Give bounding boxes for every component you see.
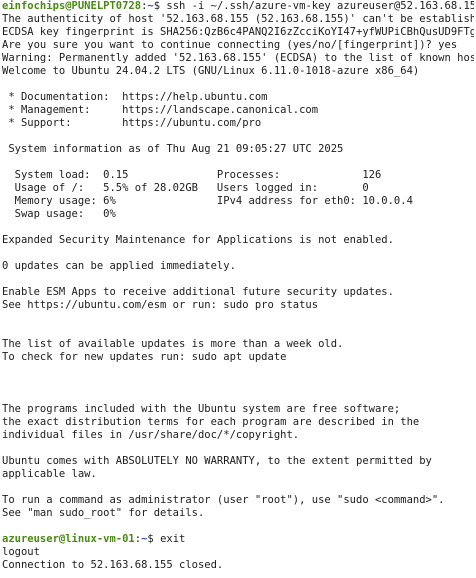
connection-closed-line: Connection to 52.163.68.155 closed. [2,559,224,571]
remote-prompt-user-host: azureuser@linux-vm-01 [2,533,135,545]
welcome-line: Welcome to Ubuntu 24.04.2 LTS (GNU/Linux… [2,65,420,77]
auth-line-3: Are you sure you want to continue connec… [2,39,458,51]
sudo-hint-line-1: To run a command as administrator (user … [2,494,445,506]
free-software-line-2: the exact distribution terms for each pr… [2,416,420,428]
warranty-line-1: Ubuntu comes with ABSOLUTELY NO WARRANTY… [2,455,432,467]
local-prompt-user-host: einfochips@PUNELPT0728 [2,0,142,12]
stats-line-3: Memory usage: 6% IPv4 address for eth0: … [2,195,413,207]
updates-old-line-2: To check for new updates run: sudo apt u… [2,351,287,363]
remote-prompt-line: azureuser@linux-vm-01:~$ exit [2,533,474,546]
updates-old-line-1: The list of available updates is more th… [2,338,344,350]
updates-line: 0 updates can be applied immediately. [2,260,236,272]
terminal-window[interactable]: einfochips@PUNELPT0728:~$ ssh -i ~/.ssh/… [2,0,474,571]
support-line: * Support: https://ubuntu.com/pro [2,117,262,129]
documentation-line: * Documentation: https://help.ubuntu.com [2,91,268,103]
stats-line-2: Usage of /: 5.5% of 28.02GB Users logged… [2,182,369,194]
logout-line: logout [2,546,40,558]
esm-enable-line-2: See https://ubuntu.com/esm or run: sudo … [2,299,319,311]
esm-status-line: Expanded Security Maintenance for Applic… [2,234,394,246]
auth-line-2: ECDSA key fingerprint is SHA256:QzB6c4PA… [2,26,474,38]
esm-enable-line-1: Enable ESM Apps to receive additional fu… [2,286,394,298]
stats-line-4: Swap usage: 0% [2,208,116,220]
free-software-line-1: The programs included with the Ubuntu sy… [2,403,401,415]
auth-line-1: The authenticity of host '52.163.68.155 … [2,13,474,25]
local-prompt-line: einfochips@PUNELPT0728:~$ ssh -i ~/.ssh/… [2,0,474,13]
free-software-line-3: individual files in /usr/share/doc/*/cop… [2,429,300,441]
stats-line-1: System load: 0.15 Processes: 126 [2,169,382,181]
management-line: * Management: https://landscape.canonica… [2,104,319,116]
auth-line-4: Warning: Permanently added '52.163.68.15… [2,52,474,64]
warranty-line-2: applicable law. [2,468,97,480]
exit-command: $ exit [147,533,186,545]
sudo-hint-line-2: See "man sudo_root" for details. [2,507,205,519]
system-info-line: System information as of Thu Aug 21 09:0… [2,143,344,155]
local-ssh-command: $ ssh -i ~/.ssh/azure-vm-key azureuser@5… [153,0,474,12]
partial-prompt-line [2,572,474,578]
